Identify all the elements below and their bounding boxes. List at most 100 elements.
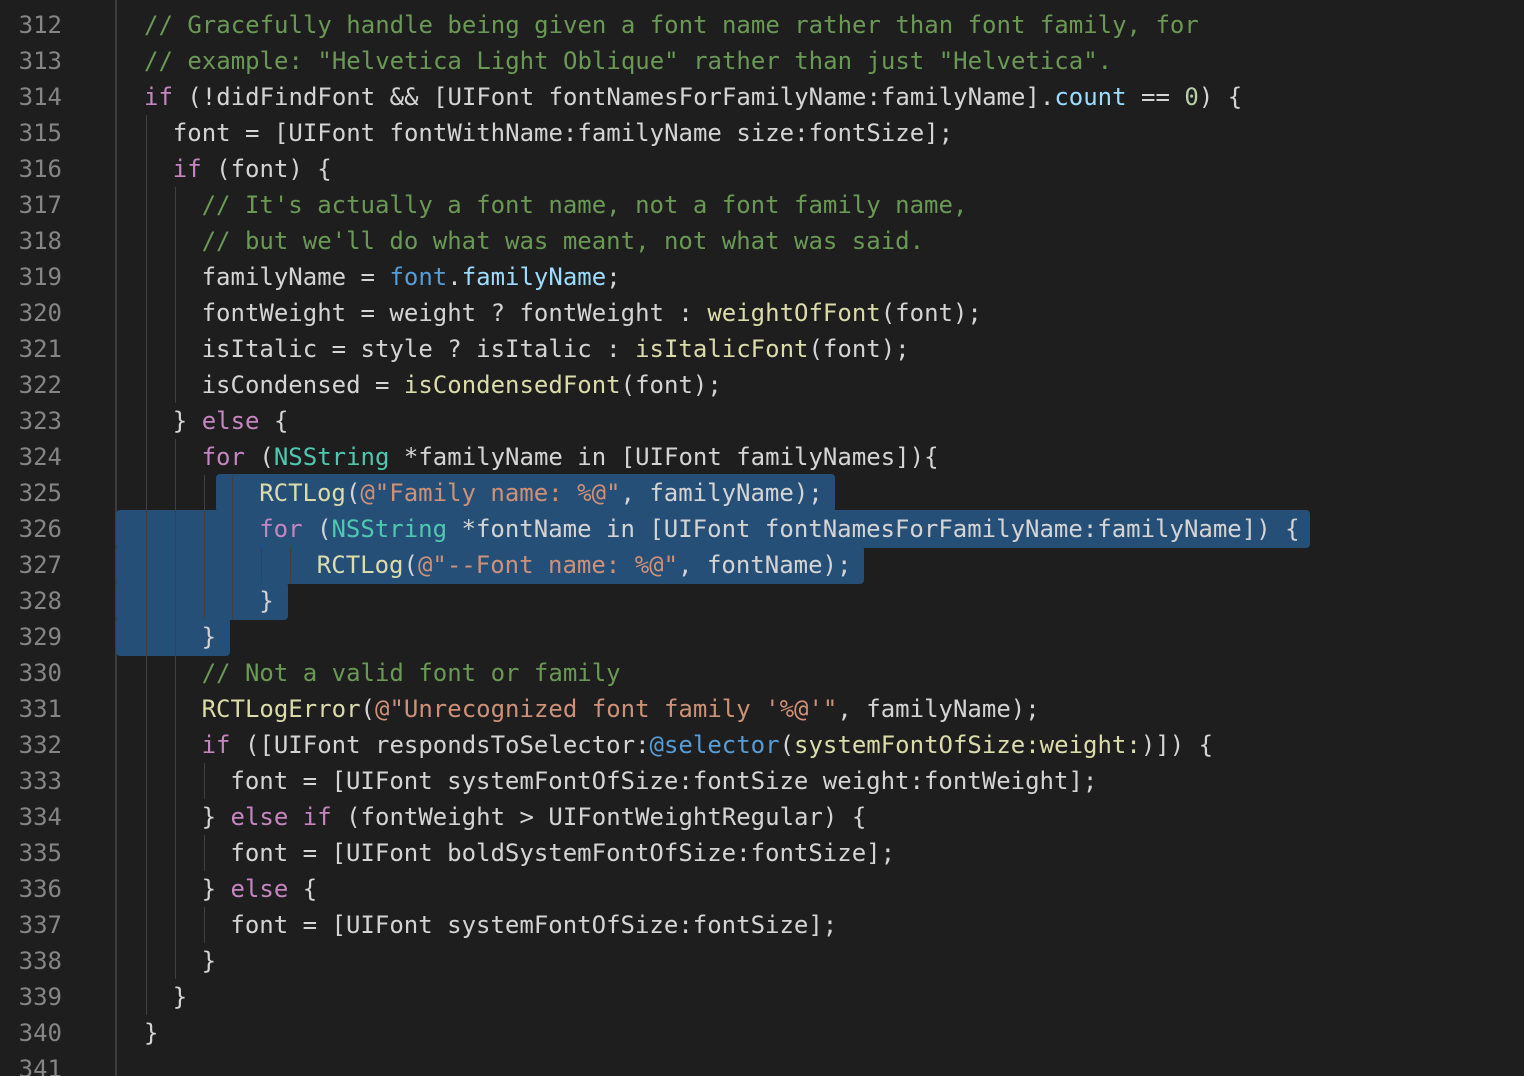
code-line[interactable]: 318 // but we'll do what was meant, not w…	[0, 223, 1524, 259]
code-line[interactable]: 328}	[0, 583, 1524, 619]
line-number: 320	[18, 299, 62, 327]
indent-guide	[146, 835, 147, 871]
line-number: 328	[18, 587, 62, 615]
code-line[interactable]: 329}	[0, 619, 1524, 655]
line-number: 336	[18, 875, 62, 903]
code-token: font = [UIFont boldSystemFontOfSize:font…	[230, 839, 896, 867]
code-line[interactable]: 312 // Gracefully handle being given a fo…	[0, 7, 1524, 43]
line-code: // example: "Helvetica Light Oblique" ra…	[144, 43, 1112, 79]
code-token: , fontName);	[678, 551, 852, 579]
code-token: font	[389, 263, 448, 291]
code-token: // example: "Helvetica Light Oblique" ra…	[144, 47, 1113, 75]
code-token: }	[144, 1019, 159, 1047]
code-token: )]) {	[1140, 731, 1214, 759]
code-line[interactable]: 313 // example: "Helvetica Light Oblique"…	[0, 43, 1524, 79]
line-number: 324	[18, 443, 62, 471]
line-code: for (NSString *familyName in [UIFont fam…	[202, 439, 939, 475]
code-line[interactable]: 323} else {	[0, 403, 1524, 439]
code-token: isItalicFont	[635, 335, 809, 363]
code-line[interactable]: 331 RCTLogError(@"Unrecognized font famil…	[0, 691, 1524, 727]
line-number: 331	[18, 695, 62, 723]
code-line[interactable]: 330 // Not a valid font or family	[0, 655, 1524, 691]
code-line[interactable]: 332 if ([UIFont respondsToSelector:@selec…	[0, 727, 1524, 763]
line-number: 325	[18, 479, 62, 507]
indent-guide	[174, 331, 176, 367]
line-number: 341	[18, 1055, 62, 1076]
indent-guide	[203, 907, 205, 943]
line-number: 327	[18, 551, 62, 579]
line-number: 329	[18, 623, 62, 651]
code-line[interactable]: 335 font = [UIFont boldSystemFontOfSize:f…	[0, 835, 1524, 871]
indent-guide	[146, 367, 147, 403]
line-code: // Not a valid font or family	[202, 655, 621, 691]
code-line[interactable]: 319 familyName = font.familyName;	[0, 259, 1524, 295]
code-token: else	[201, 407, 260, 435]
code-line[interactable]: 315 font = [UIFont fontWithName:familyNam…	[0, 115, 1524, 151]
indent-guide	[261, 547, 263, 583]
indent-guide	[232, 511, 234, 547]
indent-guide	[146, 547, 147, 583]
indent-guide	[174, 583, 176, 619]
code-line[interactable]: 321 isItalic = style ? isItalic : isItali…	[0, 331, 1524, 367]
code-token: (font);	[620, 371, 722, 399]
indent-guide	[146, 187, 147, 223]
code-token: isCondensedFont	[403, 371, 621, 399]
code-line[interactable]: 324 for (NSString *familyName in [UIFont …	[0, 439, 1524, 475]
line-code: } else {	[202, 871, 318, 907]
code-line[interactable]: 322 isCondensed = isCondensedFont(font);	[0, 367, 1524, 403]
code-line[interactable]: 340}	[0, 1015, 1524, 1051]
line-code: }	[173, 979, 187, 1015]
code-token: RCTLog	[259, 479, 346, 507]
code-line[interactable]: 325 RCTLog(@"Family name: %@", familyName…	[0, 475, 1524, 511]
indent-guide	[290, 547, 291, 583]
indent-guide	[146, 763, 147, 799]
code-token: ;	[606, 263, 621, 291]
indent-guide	[174, 799, 176, 835]
code-line[interactable]: 314 if (!didFindFont && [UIFont fontNames…	[0, 79, 1524, 115]
line-number: 326	[18, 515, 62, 543]
code-line[interactable]: 334} else if (fontWeight > UIFontWeightR…	[0, 799, 1524, 835]
code-token: (font) {	[201, 155, 332, 183]
code-token: (	[345, 479, 361, 507]
indent-guide	[174, 511, 176, 547]
code-line[interactable]: 316 if (font) {	[0, 151, 1524, 187]
code-token: isCondensed =	[201, 371, 404, 399]
code-token: *fontName in [UIFont fontNamesForFamilyN…	[447, 515, 1300, 543]
code-editor[interactable]: 312 // Gracefully handle being given a fo…	[0, 0, 1524, 1076]
code-token: if	[201, 731, 231, 759]
line-number: 323	[18, 407, 62, 435]
indent-guide	[232, 583, 234, 619]
code-line[interactable]: 333 font = [UIFont systemFontOfSize:fontS…	[0, 763, 1524, 799]
indent-guide	[174, 871, 176, 907]
code-token: (font);	[880, 299, 982, 327]
line-number: 335	[18, 839, 62, 867]
line-number: 322	[18, 371, 62, 399]
code-line[interactable]: 339}	[0, 979, 1524, 1015]
code-token: ) {	[1198, 83, 1243, 111]
code-token: RCTLog	[316, 551, 404, 579]
code-token: count	[1054, 83, 1127, 111]
code-line[interactable]: 317 // It's actually a font name, not a f…	[0, 187, 1524, 223]
line-code: fontWeight = weight ? fontWeight : weigh…	[202, 295, 982, 331]
line-code: }	[202, 619, 216, 655]
line-code: font = [UIFont systemFontOfSize:fontSize…	[230, 907, 837, 943]
code-token: .	[447, 263, 462, 291]
indent-guide	[174, 943, 176, 979]
code-token: else if	[230, 803, 332, 831]
code-token: font = [UIFont systemFontOfSize:fontSize…	[230, 767, 1098, 795]
code-line[interactable]: 341	[0, 1051, 1524, 1076]
indent-guide	[146, 259, 147, 295]
code-token: familyName	[461, 263, 607, 291]
code-line[interactable]: 336 } else {	[0, 871, 1524, 907]
code-token: (!didFindFont && [UIFont fontNamesForFam…	[172, 83, 1055, 111]
code-token: else	[230, 875, 289, 903]
code-line[interactable]: 320 fontWeight = weight ? fontWeight : we…	[0, 295, 1524, 331]
line-number: 338	[18, 947, 62, 975]
code-line[interactable]: 338}	[0, 943, 1524, 979]
indent-guide	[174, 259, 176, 295]
indent-guide	[174, 439, 176, 475]
code-line[interactable]: 337 font = [UIFont systemFontOfSize:fontS…	[0, 907, 1524, 943]
code-line[interactable]: 327 RCTLog(@"--Font name: %@", fontName);	[0, 547, 1524, 583]
line-code: isItalic = style ? isItalic : isItalicFo…	[202, 331, 910, 367]
code-line[interactable]: 326 for (NSString *fontName in [UIFont fo…	[0, 511, 1524, 547]
